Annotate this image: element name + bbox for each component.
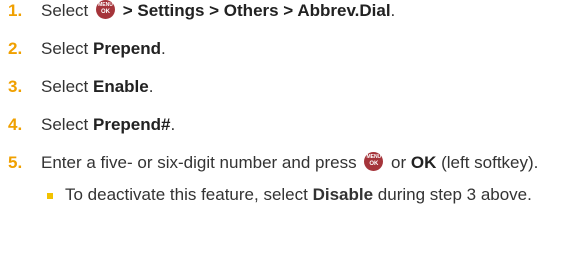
step-number: 3. — [8, 77, 23, 96]
step-text: Enter a five- or six-digit number and pr… — [41, 152, 539, 172]
step-text-after: . — [161, 39, 166, 58]
menu-ok-key-icon: MENU OK — [364, 152, 384, 171]
note-item: To deactivate this feature, select Disab… — [41, 184, 574, 206]
instruction-steps: 1. Select MENU OK > Settings > Others > A… — [8, 0, 574, 222]
option-enable: Enable — [92, 77, 149, 96]
menu-ok-key-icon: MENU OK — [95, 0, 115, 19]
step-3: 3. Select Enable. — [8, 76, 574, 98]
step-4: 4. Select Prepend#. — [8, 114, 574, 136]
square-bullet-icon — [47, 193, 53, 199]
step-5: 5. Enter a five- or six-digit number and… — [8, 152, 574, 206]
menu-key-top-label: MENU — [366, 154, 382, 160]
ok-softkey-label: OK — [410, 153, 437, 172]
step-text: Select Prepend#. — [41, 115, 175, 134]
note-text-before: To deactivate this feature, select — [65, 185, 313, 204]
step-text-after: . — [390, 1, 396, 20]
step-number: 2. — [8, 39, 23, 58]
menu-key-bottom-label: OK — [369, 161, 379, 167]
step-text-after: . — [148, 77, 154, 96]
menu-key-top-label: MENU — [98, 2, 113, 8]
option-prepend-hash: Prepend# — [92, 115, 171, 134]
step-text-before: Select — [41, 115, 93, 134]
note-text-after: during step 3 above. — [373, 185, 532, 204]
step-text-after: (left softkey). — [436, 153, 539, 172]
step-text-before: Select — [41, 1, 93, 20]
option-disable: Disable — [312, 185, 374, 204]
step-text-middle: or — [386, 153, 411, 172]
step-text-before: Select — [41, 39, 93, 58]
step-2: 2. Select Prepend. — [8, 38, 574, 60]
menu-path: > Settings > Others > Abbrev.Dial — [117, 1, 391, 20]
step-1: 1. Select MENU OK > Settings > Others > A… — [8, 0, 574, 22]
step-number: 4. — [8, 115, 23, 134]
step-text: Select Enable. — [41, 77, 153, 96]
option-prepend: Prepend — [92, 39, 162, 58]
step-text-before: Enter a five- or six-digit number and pr… — [41, 153, 362, 172]
menu-key-bottom-label: OK — [100, 9, 110, 15]
step-text-after: . — [170, 115, 176, 134]
step-text: Select Prepend. — [41, 39, 166, 58]
step-text-before: Select — [41, 77, 93, 96]
step-number: 1. — [8, 1, 23, 20]
step-5-notes: To deactivate this feature, select Disab… — [41, 184, 574, 206]
step-number: 5. — [8, 153, 23, 172]
step-text: Select MENU OK > Settings > Others > Abbr… — [41, 0, 396, 20]
